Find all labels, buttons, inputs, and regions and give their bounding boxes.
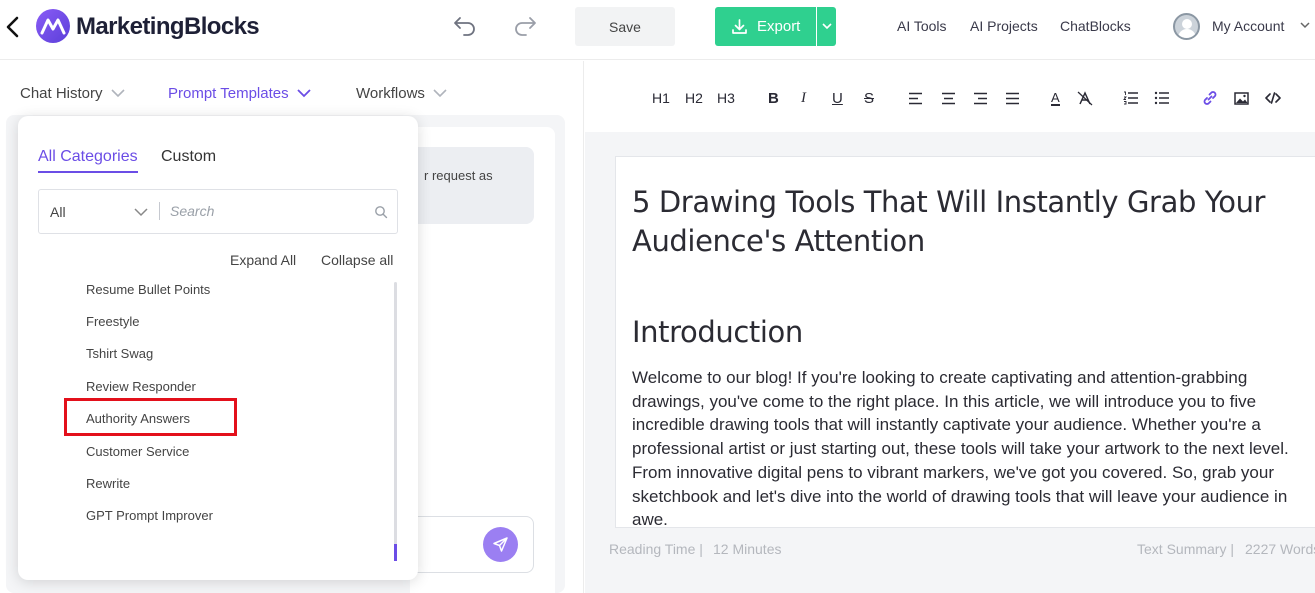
tab-chat-history[interactable]: Chat History — [20, 85, 125, 102]
bold-button[interactable]: B — [768, 89, 779, 107]
prompt-templates-dropdown: All Categories Custom All Expand All Col… — [18, 116, 418, 580]
text-summary-label: Text Summary | — [1137, 541, 1234, 557]
export-button[interactable]: Export — [715, 7, 816, 46]
align-left-icon[interactable] — [908, 89, 923, 107]
user-avatar-icon[interactable] — [1173, 13, 1200, 40]
redo-icon[interactable] — [512, 15, 538, 37]
chevron-down-icon[interactable] — [134, 208, 148, 217]
underline-button[interactable]: U — [832, 89, 843, 107]
list-item[interactable]: Resume Bullet Points — [86, 282, 210, 297]
tab-workflows[interactable]: Workflows — [356, 85, 447, 102]
tab-label: Prompt Templates — [168, 85, 289, 102]
align-justify-icon[interactable] — [1005, 89, 1020, 107]
editor-toolbar: H1 H2 H3 B I U S A — [585, 61, 1315, 132]
reading-time-label: Reading Time | — [609, 541, 703, 557]
heading3-button[interactable]: H3 — [717, 89, 735, 107]
list-item[interactable]: Rewrite — [86, 476, 130, 491]
category-select[interactable]: All — [50, 204, 66, 220]
nav-ai-projects[interactable]: AI Projects — [970, 18, 1038, 34]
scrollbar-thumb[interactable] — [394, 544, 397, 561]
chevron-down-icon — [433, 89, 447, 98]
tab-prompt-templates[interactable]: Prompt Templates — [168, 85, 311, 102]
link-icon[interactable] — [1202, 89, 1218, 107]
expand-all-link[interactable]: Expand All — [230, 252, 296, 268]
document-editor[interactable]: 5 Drawing Tools That Will Instantly Grab… — [615, 156, 1315, 528]
category-search-filter: All — [38, 189, 398, 234]
ordered-list-icon[interactable] — [1123, 89, 1139, 107]
bullet-list-icon[interactable] — [1154, 89, 1170, 107]
align-center-icon[interactable] — [941, 89, 956, 107]
chevron-down-icon[interactable] — [1299, 20, 1311, 30]
paper-plane-icon — [493, 537, 508, 552]
export-label: Export — [757, 18, 801, 35]
tab-label: Workflows — [356, 85, 425, 102]
search-input[interactable] — [170, 199, 360, 223]
save-button[interactable]: Save — [575, 7, 675, 46]
highlight-box — [64, 398, 237, 436]
nav-chatblocks[interactable]: ChatBlocks — [1060, 18, 1131, 34]
section-heading[interactable]: Introduction — [632, 315, 803, 349]
heading2-button[interactable]: H2 — [685, 89, 703, 107]
image-icon[interactable] — [1234, 89, 1249, 107]
nav-ai-tools[interactable]: AI Tools — [897, 18, 947, 34]
scrollbar[interactable] — [394, 282, 397, 561]
divider — [159, 202, 160, 220]
heading1-button[interactable]: H1 — [652, 89, 670, 107]
list-item[interactable]: Freestyle — [86, 314, 139, 329]
list-item[interactable]: Review Responder — [86, 379, 196, 394]
tab-label: Chat History — [20, 85, 103, 102]
chevron-left-icon[interactable] — [4, 14, 22, 40]
chevron-down-icon — [296, 89, 311, 98]
list-item[interactable]: Customer Service — [86, 444, 189, 459]
export-options-button[interactable] — [817, 7, 836, 46]
brand-name: MarketingBlocks — [76, 13, 260, 40]
document-title[interactable]: 5 Drawing Tools That Will Instantly Grab… — [632, 183, 1292, 261]
marketingblocks-logo[interactable] — [36, 9, 70, 43]
tab-all-categories[interactable]: All Categories — [38, 148, 138, 173]
search-icon[interactable] — [374, 205, 388, 219]
list-item[interactable]: Tshirt Swag — [86, 346, 153, 361]
list-item[interactable]: GPT Prompt Improver — [86, 508, 213, 523]
send-button[interactable] — [483, 527, 518, 562]
download-icon — [732, 19, 747, 34]
reading-time-value: 12 Minutes — [713, 541, 782, 557]
chevron-down-icon — [110, 89, 125, 98]
strikethrough-button[interactable]: S — [864, 89, 874, 107]
font-color-button[interactable]: A — [1051, 89, 1060, 107]
highlight-color-icon[interactable] — [1077, 89, 1093, 107]
italic-button[interactable]: I — [801, 89, 806, 107]
align-right-icon[interactable] — [973, 89, 988, 107]
collapse-all-link[interactable]: Collapse all — [321, 252, 393, 268]
document-body[interactable]: Welcome to our blog! If you're looking t… — [632, 366, 1308, 527]
text-summary-value: 2227 Words — [1245, 541, 1315, 557]
tab-custom[interactable]: Custom — [161, 148, 216, 166]
font-color-letter: A — [1051, 89, 1060, 106]
undo-icon[interactable] — [452, 15, 478, 37]
my-account-link[interactable]: My Account — [1212, 18, 1284, 34]
code-icon[interactable] — [1265, 89, 1281, 107]
chat-message: r request as — [410, 147, 534, 224]
top-bar: MarketingBlocks Save Export AI Tools AI … — [0, 0, 1315, 60]
chevron-down-icon — [821, 23, 832, 30]
